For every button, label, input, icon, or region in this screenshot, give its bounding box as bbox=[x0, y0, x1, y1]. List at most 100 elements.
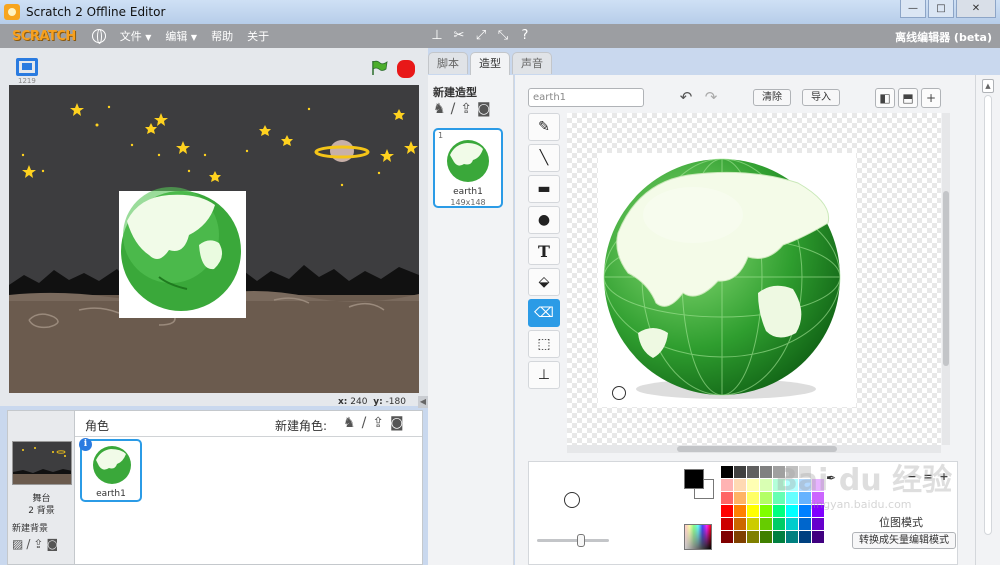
stamp-tool-icon[interactable]: ⊥ bbox=[528, 361, 560, 389]
palette-swatch[interactable] bbox=[760, 479, 772, 491]
palette-swatch[interactable] bbox=[812, 466, 824, 478]
upload-costume-icon[interactable]: ⇪ bbox=[460, 101, 472, 117]
maximize-button[interactable]: □ bbox=[928, 0, 954, 18]
palette-swatch[interactable] bbox=[799, 518, 811, 530]
paint-backdrop-icon[interactable]: / bbox=[26, 537, 30, 551]
palette-swatch[interactable] bbox=[760, 518, 772, 530]
palette-swatch[interactable] bbox=[734, 479, 746, 491]
palette-swatch[interactable] bbox=[747, 492, 759, 504]
tab-sounds[interactable]: 声音 bbox=[512, 52, 552, 74]
convert-to-vector-button[interactable]: 转换成矢量编辑模式 bbox=[852, 532, 956, 549]
sprite-card[interactable]: i earth1 bbox=[79, 438, 142, 502]
palette-swatch[interactable] bbox=[786, 531, 798, 543]
brush-icon[interactable]: ✎ bbox=[528, 113, 560, 141]
palette-swatch[interactable] bbox=[747, 466, 759, 478]
ellipse-icon[interactable]: ● bbox=[528, 206, 560, 234]
sprite-library-icon[interactable]: ♞ bbox=[343, 415, 356, 431]
flip-vertical-icon[interactable]: ⬒ bbox=[898, 88, 918, 108]
rectangle-icon[interactable]: ▬ bbox=[528, 175, 560, 203]
presentation-mode-icon[interactable] bbox=[16, 58, 38, 76]
line-icon[interactable]: ╲ bbox=[528, 144, 560, 172]
scroll-up-icon[interactable]: ▲ bbox=[982, 79, 994, 93]
palette-swatch[interactable] bbox=[734, 466, 746, 478]
palette-swatch[interactable] bbox=[773, 518, 785, 530]
color-picker-spectrum[interactable] bbox=[684, 524, 712, 550]
zoom-out-icon[interactable]: − bbox=[904, 470, 920, 484]
stop-icon[interactable] bbox=[397, 60, 415, 78]
palette-swatch[interactable] bbox=[760, 492, 772, 504]
help-icon[interactable]: ? bbox=[516, 27, 534, 45]
palette-swatch[interactable] bbox=[786, 479, 798, 491]
slider-knob[interactable] bbox=[577, 534, 585, 547]
menu-about[interactable]: 关于 bbox=[247, 28, 269, 44]
eyedropper-icon[interactable]: ✒ bbox=[826, 471, 839, 489]
canvas-vertical-scrollbar[interactable] bbox=[942, 113, 950, 445]
tab-scripts[interactable]: 脚本 bbox=[428, 52, 468, 74]
paint-canvas[interactable] bbox=[567, 113, 941, 445]
flip-horizontal-icon[interactable]: ◧ bbox=[875, 88, 895, 108]
palette-swatch[interactable] bbox=[812, 505, 824, 517]
palette-swatch[interactable] bbox=[773, 479, 785, 491]
palette-swatch[interactable] bbox=[786, 505, 798, 517]
palette-swatch[interactable] bbox=[747, 531, 759, 543]
brush-size-slider[interactable] bbox=[537, 534, 609, 547]
palette-swatch[interactable] bbox=[734, 505, 746, 517]
palette-swatch[interactable] bbox=[747, 479, 759, 491]
palette-swatch[interactable] bbox=[721, 466, 733, 478]
palette-swatch[interactable] bbox=[760, 531, 772, 543]
palette-swatch[interactable] bbox=[812, 479, 824, 491]
palette-swatch[interactable] bbox=[773, 505, 785, 517]
palette-swatch[interactable] bbox=[773, 492, 785, 504]
stage-selector[interactable]: 舞台 2 背景 新建背景 ▨ / ⇪ ◙ bbox=[8, 411, 75, 564]
backdrop-library-icon[interactable]: ▨ bbox=[12, 537, 23, 551]
upload-sprite-icon[interactable]: ⇪ bbox=[372, 415, 384, 431]
eraser-icon[interactable]: ⌫ bbox=[528, 299, 560, 327]
scratch-logo[interactable]: SCRATCH bbox=[12, 29, 76, 44]
scroll-track[interactable] bbox=[984, 95, 992, 535]
camera-backdrop-icon[interactable]: ◙ bbox=[46, 537, 58, 551]
palette-swatch[interactable] bbox=[721, 492, 733, 504]
green-flag-icon[interactable] bbox=[370, 60, 388, 76]
palette-swatch[interactable] bbox=[812, 531, 824, 543]
menu-edit[interactable]: 编辑 ▼ bbox=[165, 28, 197, 44]
paint-costume-icon[interactable]: / bbox=[451, 101, 456, 117]
costume-name-input[interactable] bbox=[528, 88, 644, 107]
language-globe-icon[interactable] bbox=[91, 29, 106, 44]
stage-thumbnail[interactable] bbox=[12, 441, 72, 485]
palette-swatch[interactable] bbox=[747, 505, 759, 517]
primary-color-swatch[interactable] bbox=[684, 469, 704, 489]
palette-swatch[interactable] bbox=[747, 518, 759, 530]
palette-swatch[interactable] bbox=[721, 531, 733, 543]
palette-swatch[interactable] bbox=[773, 531, 785, 543]
menu-file[interactable]: 文件 ▼ bbox=[120, 28, 152, 44]
camera-costume-icon[interactable]: ◙ bbox=[477, 101, 491, 117]
palette-swatch[interactable] bbox=[799, 505, 811, 517]
select-icon[interactable]: ⬚ bbox=[528, 330, 560, 358]
undo-icon[interactable]: ↶ bbox=[675, 87, 697, 107]
cut-icon[interactable]: ✂ bbox=[450, 27, 468, 45]
palette-swatch[interactable] bbox=[812, 518, 824, 530]
palette-swatch[interactable] bbox=[721, 505, 733, 517]
palette-swatch[interactable] bbox=[760, 466, 772, 478]
zoom-in-icon[interactable]: + bbox=[936, 470, 952, 484]
camera-sprite-icon[interactable]: ◙ bbox=[390, 415, 404, 431]
stage-size-toggle[interactable]: ◀ bbox=[418, 396, 428, 408]
palette-swatch[interactable] bbox=[799, 466, 811, 478]
costume-library-icon[interactable]: ♞ bbox=[433, 101, 446, 117]
palette-swatch[interactable] bbox=[734, 531, 746, 543]
canvas-horizontal-scrollbar[interactable] bbox=[567, 445, 941, 453]
menu-help[interactable]: 帮助 bbox=[211, 28, 233, 44]
import-button[interactable]: 导入 bbox=[802, 89, 840, 106]
upload-backdrop-icon[interactable]: ⇪ bbox=[33, 537, 43, 551]
palette-swatch[interactable] bbox=[734, 518, 746, 530]
palette-swatch[interactable] bbox=[721, 479, 733, 491]
redo-icon[interactable]: ↷ bbox=[700, 87, 722, 107]
palette-swatch[interactable] bbox=[786, 518, 798, 530]
palette-swatch[interactable] bbox=[799, 531, 811, 543]
zoom-reset-icon[interactable]: = bbox=[920, 470, 936, 484]
palette-swatch[interactable] bbox=[760, 505, 772, 517]
paint-sprite-icon[interactable]: / bbox=[362, 415, 367, 431]
fill-icon[interactable]: ⬙ bbox=[528, 268, 560, 296]
grow-icon[interactable]: ⤢ bbox=[472, 27, 490, 45]
palette-swatch[interactable] bbox=[812, 492, 824, 504]
